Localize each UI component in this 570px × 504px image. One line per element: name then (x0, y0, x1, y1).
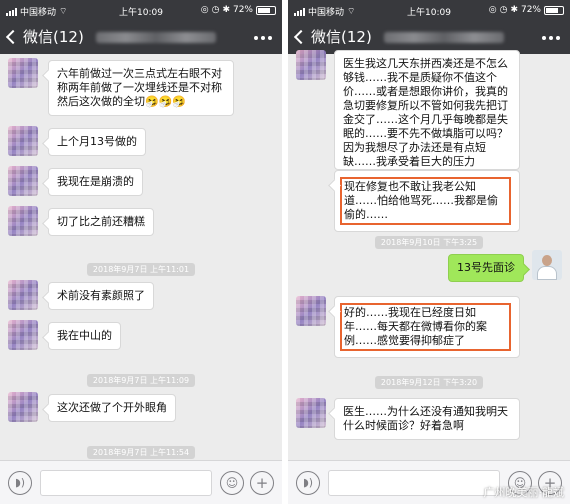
avatar[interactable] (8, 280, 38, 310)
message-text: 这次还做了个开外眼角 (57, 401, 167, 414)
avatar[interactable] (296, 296, 326, 326)
message-text: 医生我这几天东拼西凑还是不怎么够钱……我不是质疑你不值这个价……或者是想跟你讲价… (343, 57, 508, 168)
message-bubble[interactable]: 医生……为什么还没有通知我明天什么时候面诊？好着急啊 (334, 398, 520, 440)
message-text: 上个月13号做的 (57, 135, 137, 148)
right-phone-screenshot: 中国移动 ⌔ 上午10:09 ◎ ◷ ✱ 72% 微信(12) 医生我这几天东拼… (288, 0, 570, 504)
avatar[interactable] (8, 206, 38, 236)
message-text: 我现在是崩溃的 (57, 175, 134, 188)
blurred-contact-name (384, 32, 504, 43)
message-bubble[interactable]: 上个月13号做的 (48, 128, 146, 156)
message-bubble[interactable]: 切了比之前还糟糕 (48, 208, 154, 236)
left-phone-screenshot: 中国移动 ⌔ 上午10:09 ◎ ◷ ✱ 72% 微信(12) 六年前做过一次三… (0, 0, 282, 504)
avatar[interactable] (8, 126, 38, 156)
input-bar: ◗) ☺ + (0, 460, 282, 504)
doctor-avatar[interactable] (532, 250, 562, 280)
plus-icon[interactable]: + (250, 471, 274, 495)
message-input[interactable] (328, 470, 500, 496)
timestamp: 2018年9月12日 下午3:20 (288, 370, 570, 389)
nav-bar: 微信(12) (288, 20, 570, 54)
message-bubble[interactable]: 好的……我现在已经度日如年……每天都在微博看你的案例……感觉要得抑郁症了 (334, 296, 520, 358)
highlighted-message-text: 好的……我现在已经度日如年……每天都在微博看你的案例……感觉要得抑郁症了 (340, 303, 511, 351)
location-icon: ◎ (200, 5, 209, 15)
avatar[interactable] (296, 50, 326, 80)
watermark-logo: 广州晚美丽·龍斌 (483, 486, 565, 499)
message-bubble[interactable]: 医生我这几天东拼西凑还是不怎么够钱……我不是质疑你不值这个价……或者是想跟你讲价… (334, 50, 520, 170)
message-text: 我在中山的 (57, 329, 112, 342)
message-bubble[interactable]: 我现在是崩溃的 (48, 168, 143, 196)
avatar[interactable] (8, 166, 38, 196)
back-button[interactable]: 微信(12) (5, 28, 84, 46)
message-bubble[interactable]: 术前没有素颜照了 (48, 282, 154, 310)
message-bubble[interactable]: 六年前做过一次三点式左右眼不对称两年前做了一次埋线还是不对称然后这次做的全切🤧🤧… (48, 60, 234, 116)
timestamp: 2018年9月7日 上午11:01 (0, 257, 282, 276)
message-bubble[interactable]: 现在修复也不敢让我老公知道……怕给他骂死……我都是偷偷的…… (334, 170, 520, 232)
chevron-left-icon (293, 29, 309, 45)
bluetooth-icon: ✱ (510, 5, 518, 15)
avatar[interactable] (8, 58, 38, 88)
battery-percent: 72% (520, 5, 541, 15)
chat-area[interactable]: 医生我这几天东拼西凑还是不怎么够钱……我不是质疑你不值这个价……或者是想跟你讲价… (288, 50, 570, 460)
back-label: 微信(12) (23, 28, 84, 46)
status-bar: 中国移动 ⌔ 上午10:09 ◎ ◷ ✱ 72% (0, 0, 282, 20)
back-label: 微信(12) (311, 28, 372, 46)
battery-icon (256, 5, 276, 15)
message-text: 医生……为什么还没有通知我明天什么时候面诊？好着急啊 (343, 405, 508, 432)
nav-bar: 微信(12) (0, 20, 282, 54)
blurred-contact-name (96, 32, 216, 43)
message-bubble[interactable]: 这次还做了个开外眼角 (48, 394, 176, 422)
battery-icon (544, 5, 564, 15)
status-right: ◎ ◷ ✱ 72% (201, 5, 276, 15)
avatar[interactable] (8, 320, 38, 350)
timestamp: 2018年9月7日 上午11:54 (0, 440, 282, 459)
bluetooth-icon: ✱ (222, 5, 230, 15)
avatar[interactable] (296, 398, 326, 428)
back-button[interactable]: 微信(12) (293, 28, 372, 46)
chevron-left-icon (5, 29, 21, 45)
more-button[interactable] (542, 36, 560, 40)
alarm-icon: ◷ (499, 5, 508, 15)
emoji-icon[interactable]: ☺ (220, 471, 244, 495)
timestamp: 2018年9月10日 下午3:25 (288, 230, 570, 249)
voice-icon[interactable]: ◗) (296, 471, 320, 495)
message-text: 切了比之前还糟糕 (57, 215, 145, 228)
alarm-icon: ◷ (211, 5, 220, 15)
more-button[interactable] (254, 36, 272, 40)
message-bubble[interactable]: 我在中山的 (48, 322, 121, 350)
my-message-bubble[interactable]: 13号先面诊 (448, 254, 524, 282)
voice-icon[interactable]: ◗) (8, 471, 32, 495)
status-bar: 中国移动 ⌔ 上午10:09 ◎ ◷ ✱ 72% (288, 0, 570, 20)
highlighted-message-text: 现在修复也不敢让我老公知道……怕给他骂死……我都是偷偷的…… (340, 177, 511, 225)
message-text: 六年前做过一次三点式左右眼不对称两年前做了一次埋线还是不对称然后这次做的全切🤧🤧… (57, 67, 222, 108)
chat-area[interactable]: 六年前做过一次三点式左右眼不对称两年前做了一次埋线还是不对称然后这次做的全切🤧🤧… (0, 54, 282, 460)
message-input[interactable] (40, 470, 212, 496)
avatar[interactable] (8, 392, 38, 422)
battery-percent: 72% (232, 5, 253, 15)
status-right: ◎ ◷ ✱ 72% (489, 5, 564, 15)
message-text: 术前没有素颜照了 (57, 289, 145, 302)
message-text: 13号先面诊 (457, 261, 515, 274)
timestamp: 2018年9月7日 上午11:09 (0, 368, 282, 387)
location-icon: ◎ (488, 5, 497, 15)
